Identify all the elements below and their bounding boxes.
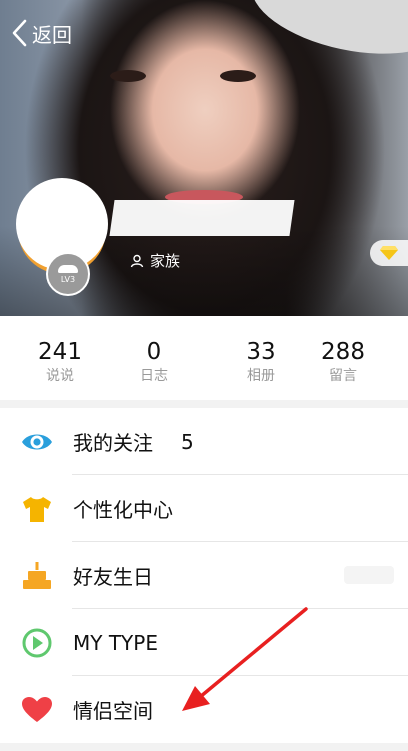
following-count: 5 <box>181 429 194 454</box>
crown-icon <box>58 264 78 273</box>
back-label: 返回 <box>32 22 72 47</box>
menu-list: 我的关注 5 个性化中心 好友生日 MY TYPE 情侣空间 <box>0 408 408 743</box>
stat-messages-label: 留言 <box>329 368 357 384</box>
family-link[interactable]: 家族 <box>130 250 180 271</box>
menu-item-label: MY TYPE <box>73 630 158 655</box>
tshirt-icon <box>23 497 51 522</box>
level-badge: LV3 <box>46 252 90 296</box>
stat-blogs[interactable]: 0 日志 <box>114 338 194 386</box>
cover-hat <box>242 0 408 70</box>
stat-albums[interactable]: 33 相册 <box>221 338 301 386</box>
eye-icon <box>22 434 52 450</box>
cover-eye-right <box>220 70 256 82</box>
stats-bar: 241 说说 0 日志 33 相册 288 留言 <box>0 316 408 400</box>
redacted-mark <box>344 566 394 584</box>
family-label: 家族 <box>150 252 181 270</box>
cover-eye-left <box>110 70 146 82</box>
menu-item-birthdays[interactable]: 好友生日 <box>0 542 408 609</box>
chevron-left-icon <box>12 19 27 47</box>
menu-item-personalization[interactable]: 个性化中心 <box>0 475 408 542</box>
play-icon <box>22 628 52 658</box>
menu-item-label: 好友生日 <box>73 565 153 589</box>
vip-diamond-button[interactable] <box>370 240 408 266</box>
nickname-redacted <box>109 200 295 236</box>
person-icon <box>130 254 144 267</box>
stat-blogs-label: 日志 <box>140 368 168 384</box>
menu-item-following[interactable]: 我的关注 5 <box>0 408 408 475</box>
stat-messages[interactable]: 288 留言 <box>303 338 383 386</box>
level-label: LV3 <box>60 274 76 284</box>
menu-item-label: 个性化中心 <box>73 498 173 522</box>
back-button[interactable]: 返回 <box>10 18 72 48</box>
menu-item-label: 情侣空间 <box>73 699 153 723</box>
stat-posts-value: 241 <box>38 339 82 365</box>
heart-icon <box>22 697 52 722</box>
stat-posts-label: 说说 <box>46 368 74 384</box>
menu-item-couple-space[interactable]: 情侣空间 <box>0 676 408 743</box>
stat-albums-value: 33 <box>246 339 276 365</box>
stat-posts[interactable]: 241 说说 <box>20 338 100 386</box>
stat-messages-value: 288 <box>321 339 365 365</box>
stat-albums-label: 相册 <box>247 368 275 384</box>
cake-icon <box>23 562 51 589</box>
menu-item-label: 我的关注 <box>73 431 153 455</box>
diamond-icon <box>380 246 398 260</box>
stat-blogs-value: 0 <box>146 339 162 365</box>
menu-item-my-type[interactable]: MY TYPE <box>0 609 408 676</box>
